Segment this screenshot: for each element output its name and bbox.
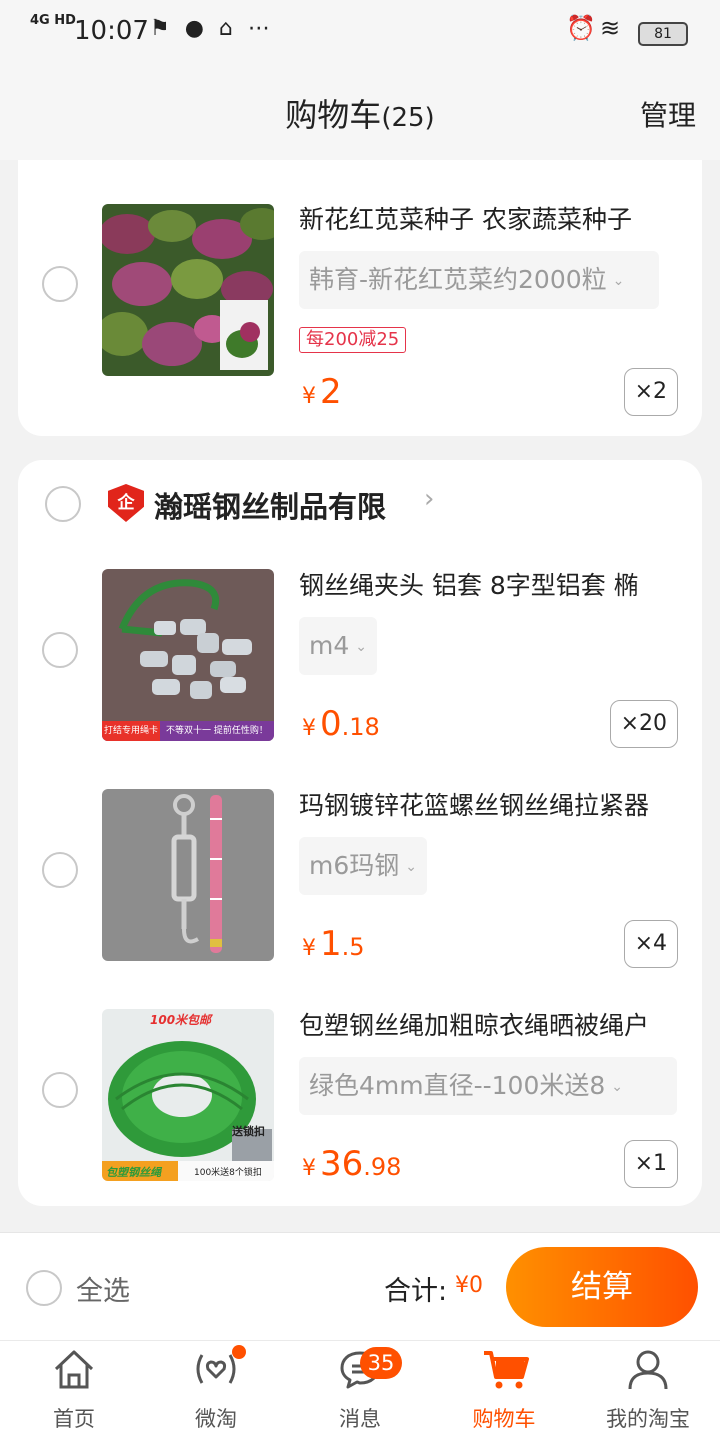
wifi-icon: ≋ [600, 14, 621, 42]
chevron-right-icon: › [424, 484, 435, 514]
price-symbol: ¥ [302, 716, 316, 741]
tab-label: 首页 [53, 1407, 95, 1431]
home-icon [54, 1350, 94, 1389]
shop-card: 企 瀚瑶钢丝制品有限 › 打结专用绳卡 不等双十一 提前任性购！ 钢丝绳夹头 铝… [18, 460, 702, 1206]
product-title[interactable]: 新花红苋菜种子 农家蔬菜种子 [299, 200, 689, 236]
sku-value: m4 [309, 631, 350, 660]
chevron-down-icon: ⌄ [355, 639, 367, 655]
tab-label: 消息 [339, 1407, 381, 1431]
chevron-down-icon: ⌄ [405, 859, 417, 875]
cart-header: 购物车(25) 管理 [0, 64, 720, 160]
price-decimal: .5 [341, 933, 365, 961]
cart-count: (25) [381, 103, 435, 133]
product-title[interactable]: 玛钢镀锌花篮螺丝钢丝绳拉紧器 [299, 786, 689, 822]
item-select-radio[interactable] [42, 266, 78, 302]
shop-card-previous: 新花红苋菜种子 农家蔬菜种子 韩育-新花红苋菜约2000粒 ⌄ 每200减25 ¥… [18, 160, 702, 436]
price-decimal: .98 [363, 1153, 402, 1181]
price: ¥0.18 [302, 704, 380, 744]
thumb-caption-left: 打结专用绳卡 [104, 726, 159, 736]
checkout-bar: 全选 合计: ¥0 结算 [0, 1232, 720, 1341]
profile-icon [628, 1350, 668, 1390]
quantity-button[interactable]: ×20 [609, 700, 678, 748]
sku-selector[interactable]: m4 ⌄ [299, 617, 377, 675]
item-select-radio[interactable] [42, 1072, 78, 1108]
tab-home[interactable]: 首页 [2, 1341, 146, 1437]
price-integer: 36 [320, 1144, 364, 1184]
product-title[interactable]: 钢丝绳夹头 铝套 8字型铝套 椭 [299, 566, 689, 602]
tab-label: 微淘 [195, 1407, 237, 1431]
message-badge: 35 [360, 1347, 402, 1379]
tab-label: 购物车 [472, 1407, 536, 1431]
price: ¥1.5 [302, 924, 365, 964]
tab-weitao[interactable]: 微淘 [144, 1341, 288, 1437]
tab-bar: 首页 微淘 35 消息 购物车 我的淘宝 [0, 1340, 720, 1437]
battery-icon: 81 [638, 22, 688, 46]
select-all-label[interactable]: 全选 [76, 1269, 130, 1308]
product-image[interactable] [102, 204, 274, 376]
signal-icon: 4G HD [30, 13, 76, 28]
sku-selector[interactable]: 韩育-新花红苋菜约2000粒 ⌄ [299, 251, 659, 309]
shop-select-radio[interactable] [45, 486, 81, 522]
item-select-radio[interactable] [42, 852, 78, 888]
price-decimal: .18 [341, 713, 380, 741]
cart-icon [484, 1351, 529, 1389]
price-integer: 1 [320, 924, 342, 964]
sku-value: 韩育-新花红苋菜约2000粒 [309, 265, 607, 294]
chevron-down-icon: ⌄ [612, 273, 625, 289]
page-title: 购物车(25) [0, 90, 720, 136]
chevron-down-icon: ⌄ [611, 1079, 624, 1095]
thumb-caption-mid: 送锁扣 [232, 1125, 265, 1138]
sku-value: 绿色4mm直径--100米送8 [309, 1071, 606, 1100]
product-image[interactable]: 100米包邮 送锁扣 包塑钢丝绳 100米送8个锁扣 [102, 1009, 274, 1181]
enterprise-shop-icon: 企 [108, 484, 144, 522]
thumb-caption-right: 不等双十一 提前任性购！ [166, 726, 268, 736]
select-all-radio[interactable] [26, 1270, 62, 1306]
tab-label: 我的淘宝 [606, 1407, 690, 1431]
total-label: 合计: [384, 1276, 448, 1307]
status-bar: 4G HD 10:07 ⚑ ● ⌂ ⋯ ⏰ ≋ 81 [0, 0, 720, 64]
sku-selector[interactable]: m6玛钢 ⌄ [299, 837, 427, 895]
price: ¥36.98 [302, 1144, 401, 1184]
price-integer: 2 [320, 372, 342, 412]
thumb-caption-top: 100米包邮 [150, 1013, 212, 1027]
manage-button[interactable]: 管理 [640, 94, 696, 134]
sku-selector[interactable]: 绿色4mm直径--100米送8 ⌄ [299, 1057, 677, 1115]
notification-dot [232, 1345, 246, 1359]
thumb-caption-left: 包塑钢丝绳 [106, 1166, 161, 1179]
price-symbol: ¥ [302, 384, 316, 409]
status-time: 10:07 [74, 16, 149, 46]
notification-icons: ⚑ ● ⌂ ⋯ [150, 16, 274, 41]
product-image[interactable] [102, 789, 274, 961]
item-select-radio[interactable] [42, 632, 78, 668]
tab-cart[interactable]: 购物车 [432, 1341, 576, 1437]
page-title-text: 购物车 [285, 96, 382, 134]
total-value: ¥0 [455, 1273, 483, 1298]
thumb-caption-right: 100米送8个锁扣 [194, 1168, 262, 1178]
alarm-icon: ⏰ [566, 14, 596, 42]
tab-messages[interactable]: 35 消息 [288, 1341, 432, 1437]
checkout-button[interactable]: 结算 [506, 1247, 698, 1327]
quantity-button[interactable]: ×2 [623, 368, 678, 416]
quantity-button[interactable]: ×4 [623, 920, 678, 968]
sku-value: m6玛钢 [309, 851, 400, 880]
product-image[interactable]: 打结专用绳卡 不等双十一 提前任性购！ [102, 569, 274, 741]
price: ¥2 [302, 372, 342, 412]
promo-tag: 每200减25 [299, 327, 407, 353]
price-symbol: ¥ [302, 936, 316, 961]
tab-profile[interactable]: 我的淘宝 [576, 1341, 720, 1437]
quantity-button[interactable]: ×1 [623, 1140, 678, 1188]
price-symbol: ¥ [302, 1156, 316, 1181]
price-integer: 0 [320, 704, 342, 744]
shop-name: 瀚瑶钢丝制品有限 [154, 490, 387, 524]
product-title[interactable]: 包塑钢丝绳加粗晾衣绳晒被绳户 [299, 1006, 689, 1042]
